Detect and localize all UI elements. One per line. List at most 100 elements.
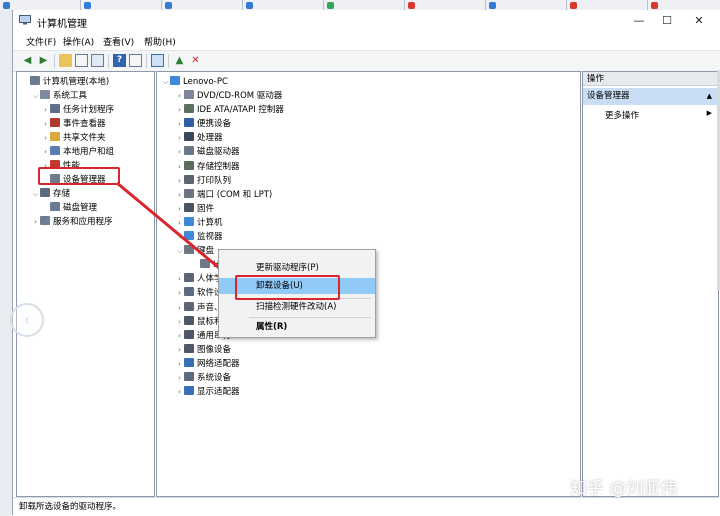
collapse-chevron-icon[interactable]: › [175, 301, 184, 315]
forward-arrow-icon[interactable]: ▶ [37, 54, 50, 67]
device-category-item[interactable]: › 便携设备 [175, 117, 231, 131]
device-category-item[interactable]: › 监视器 [175, 230, 223, 244]
carousel-back-icon[interactable]: ‹ [10, 303, 44, 337]
storage-icon [40, 188, 50, 197]
device-category-item[interactable]: › 显示适配器 [175, 385, 240, 399]
monitor-icon[interactable] [151, 54, 164, 67]
browser-tab[interactable] [162, 0, 243, 10]
collapse-chevron-icon[interactable]: › [175, 117, 184, 131]
collapse-chevron-icon[interactable]: › [175, 160, 184, 174]
nav-tree-item[interactable]: 磁盘管理 [41, 201, 97, 215]
device-category-item[interactable]: ⌵ 键盘 [175, 244, 214, 258]
menu-file[interactable]: 文件(F) [26, 35, 56, 48]
device-category-item[interactable]: › 人体学 [175, 272, 223, 286]
device-category-item[interactable]: › 打印队列 [175, 174, 231, 188]
menu-help[interactable]: 帮助(H) [144, 35, 176, 48]
expand-chevron-icon[interactable]: ⌵ [31, 89, 40, 103]
minimize-button[interactable]: — [628, 13, 650, 29]
expand-chevron-icon[interactable]: ⌵ [31, 187, 40, 201]
browser-tab[interactable] [567, 0, 648, 10]
collapse-chevron-icon[interactable]: › [175, 385, 184, 399]
collapse-chevron-icon[interactable]: › [175, 329, 184, 343]
nav-tree-item[interactable]: ⌵ 系统工具 [31, 89, 87, 103]
device-category-item[interactable]: › 系统设备 [175, 371, 231, 385]
actions-section-device-manager[interactable]: 设备管理器 ▲ [583, 88, 718, 105]
collapse-chevron-icon[interactable]: › [175, 188, 184, 202]
show-hide-tree-icon[interactable] [75, 54, 88, 67]
network-adapter-icon [184, 357, 194, 367]
browser-tab[interactable] [486, 0, 567, 10]
collapse-chevron-icon[interactable]: › [175, 89, 184, 103]
more-actions-item[interactable]: 更多操作 [605, 109, 639, 121]
help-icon[interactable]: ? [113, 54, 126, 67]
properties-item[interactable]: 属性(R) [219, 319, 375, 335]
browser-tab[interactable] [0, 0, 81, 10]
nav-tree-item[interactable]: › 事件查看器 [41, 117, 106, 131]
device-category-item[interactable]: › 固件 [175, 202, 214, 216]
browser-tab[interactable] [405, 0, 486, 10]
collapse-chevron-icon[interactable]: › [41, 145, 50, 159]
collapse-chevron-icon[interactable]: › [41, 103, 50, 117]
menu-view[interactable]: 查看(V) [103, 35, 134, 48]
collapse-chevron-icon[interactable]: › [175, 343, 184, 357]
device-category-item[interactable]: › 网络适配器 [175, 357, 240, 371]
collapse-chevron-icon[interactable]: › [175, 216, 184, 230]
device-category-item[interactable]: › 计算机 [175, 216, 223, 230]
update-driver-label: 更新驱动程序(P) [256, 263, 319, 273]
browser-tab[interactable] [324, 0, 405, 10]
scan-hardware-changes-item[interactable]: 扫描检测硬件改动(A) [219, 299, 375, 315]
audio-icon [184, 301, 194, 311]
properties-view-icon[interactable] [91, 54, 104, 67]
update-driver-item[interactable]: 更新驱动程序(P) [219, 260, 375, 276]
nav-tree-item[interactable]: › 共享文件夹 [41, 131, 106, 145]
nav-tree-item[interactable]: › 本地用户和组 [41, 145, 114, 159]
collapse-chevron-icon[interactable]: › [175, 315, 184, 329]
back-arrow-icon[interactable]: ◀ [21, 54, 34, 67]
enable-device-icon[interactable]: ▲ [173, 54, 186, 67]
collapse-chevron-icon[interactable]: › [175, 272, 184, 286]
expand-chevron-icon[interactable]: ⌵ [161, 75, 170, 89]
up-folder-icon[interactable] [59, 54, 72, 67]
device-category-item[interactable]: › 图像设备 [175, 343, 231, 357]
port-icon [184, 188, 194, 198]
device-category-label: 显示适配器 [197, 387, 240, 398]
browser-tab[interactable] [648, 0, 720, 10]
device-category-item[interactable]: › 软件设 [175, 286, 223, 300]
device-category-item[interactable]: › DVD/CD-ROM 驱动器 [175, 89, 282, 103]
list-view-icon[interactable] [129, 54, 142, 67]
maximize-button[interactable]: ☐ [656, 13, 678, 29]
collapse-chevron-icon[interactable]: › [175, 174, 184, 188]
collapse-chevron-icon[interactable]: › [175, 202, 184, 216]
more-actions-label: 更多操作 [605, 111, 640, 121]
nav-tree-item[interactable]: › 服务和应用程序 [31, 215, 113, 229]
nav-tree-item[interactable]: 计算机管理(本地) [21, 75, 109, 89]
nav-tree-item[interactable]: › 任务计划程序 [41, 103, 114, 117]
device-category-item[interactable]: › 处理器 [175, 131, 223, 145]
collapse-chevron-icon[interactable]: › [175, 230, 184, 244]
software-device-icon [184, 287, 194, 297]
collapse-chevron-icon[interactable]: › [175, 103, 184, 117]
collapse-chevron-icon[interactable]: › [31, 215, 40, 229]
collapse-chevron-icon[interactable]: › [175, 145, 184, 159]
collapse-chevron-icon[interactable]: › [175, 357, 184, 371]
close-button[interactable]: ✕ [688, 13, 710, 29]
collapse-chevron-icon[interactable]: › [175, 371, 184, 385]
collapse-chevron-icon[interactable]: › [175, 131, 184, 145]
collapse-chevron-icon[interactable]: › [41, 117, 50, 131]
nav-tree-item[interactable]: ⌵ 存储 [31, 187, 70, 201]
uninstall-x-icon[interactable]: ✕ [189, 54, 202, 67]
device-tree-root[interactable]: ⌵ Lenovo-PC [161, 75, 228, 89]
device-category-item[interactable]: › 存储控制器 [175, 160, 240, 174]
collapse-up-icon[interactable]: ▲ [707, 88, 712, 105]
menu-action[interactable]: 操作(A) [63, 35, 94, 48]
device-category-item[interactable]: › IDE ATA/ATAPI 控制器 [175, 103, 284, 117]
nav-tree-label: 系统工具 [53, 91, 88, 101]
device-category-item[interactable]: › 端口 (COM 和 LPT) [175, 188, 272, 202]
expand-chevron-icon[interactable]: ⌵ [175, 244, 184, 258]
collapse-chevron-icon[interactable]: › [175, 286, 184, 300]
browser-tab[interactable] [81, 0, 162, 10]
collapse-chevron-icon[interactable]: › [41, 131, 50, 145]
nav-tree-label: 任务计划程序 [63, 105, 115, 115]
browser-tab[interactable] [243, 0, 324, 10]
device-category-item[interactable]: › 磁盘驱动器 [175, 145, 240, 159]
